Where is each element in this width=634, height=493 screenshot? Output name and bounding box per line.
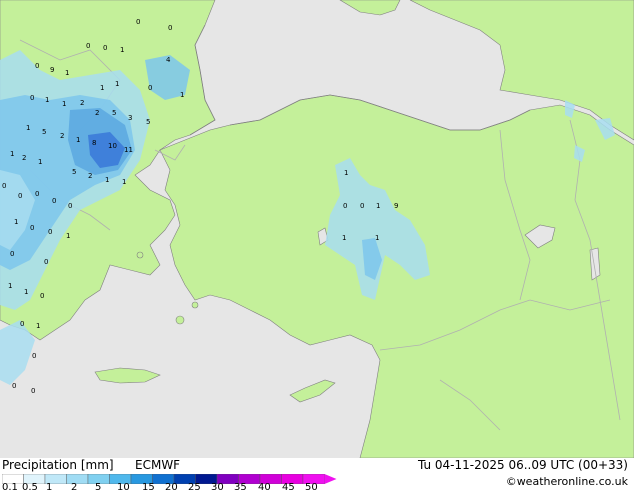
value-label: 10: [108, 142, 117, 150]
value-label: 1: [342, 234, 346, 242]
value-label: 1: [38, 158, 42, 166]
land-island: [191, 301, 199, 309]
value-label: 1: [24, 288, 28, 296]
value-label: 4: [166, 56, 171, 64]
color-scale-tick: 1: [46, 482, 53, 493]
value-label: 8: [92, 139, 96, 147]
color-scale-tick: 30: [211, 482, 224, 493]
value-label: 0: [136, 18, 140, 26]
value-label: 0: [30, 94, 34, 102]
legend-bar: Precipitation [mm] ECMWF Tu 04-11-2025 0…: [0, 458, 634, 493]
precipitation-map: 0 0 0 0 1 0 9 1 0 1 1 2 4 0 1 1 1 2 5 3 5 1 5 2 1 8 10 11 1 2 1 5 2 1 1 0 0 0…: [0, 0, 634, 458]
value-label: 0: [12, 382, 16, 390]
color-scale-tick: 40: [258, 482, 271, 493]
value-label: 1: [8, 282, 12, 290]
value-label: 0: [31, 387, 35, 395]
value-label: 3: [128, 114, 132, 122]
land-island: [175, 315, 185, 325]
color-scale-tick: 20: [165, 482, 178, 493]
color-scale-tick: 50: [305, 482, 318, 493]
value-label: 1: [122, 178, 126, 186]
value-label: 2: [22, 154, 26, 162]
color-scale-arrow: [324, 474, 337, 484]
value-label: 5: [72, 168, 76, 176]
value-label: 1: [14, 218, 18, 226]
value-label: 1: [105, 176, 109, 184]
value-label: 2: [80, 99, 84, 107]
value-label: 1: [376, 202, 380, 210]
value-label: 0: [343, 202, 347, 210]
value-label: 5: [112, 109, 116, 117]
value-label: 5: [146, 118, 150, 126]
value-label: 0: [32, 352, 36, 360]
value-label: 2: [88, 172, 92, 180]
value-label: 9: [394, 202, 398, 210]
value-label: 0: [360, 202, 364, 210]
value-label: 1: [115, 80, 119, 88]
value-label: 0: [148, 84, 152, 92]
value-label: 5: [42, 128, 46, 136]
value-label: 1: [180, 91, 184, 99]
value-label: 1: [45, 96, 49, 104]
value-label: 0: [40, 292, 44, 300]
value-label: 1: [62, 100, 66, 108]
value-label: 1: [36, 322, 40, 330]
value-label: 1: [344, 169, 348, 177]
value-label: 0: [168, 24, 172, 32]
value-label: 0: [20, 320, 24, 328]
color-scale-tick: 45: [282, 482, 295, 493]
value-label: 0: [35, 190, 39, 198]
value-label: 1: [65, 69, 69, 77]
value-label: 0: [44, 258, 48, 266]
value-label: 1: [76, 136, 80, 144]
value-label: 1: [375, 234, 379, 242]
value-label: 9: [50, 66, 54, 74]
value-label: 0: [30, 224, 34, 232]
map-canvas: 000 0 10 9 10 1 1 24011 12 53 51 5 2 1 8 10 111 2 15 2 1 100 0…: [0, 0, 634, 458]
value-label: 0: [10, 250, 14, 258]
value-label: 1: [120, 46, 124, 54]
value-label: 11: [124, 146, 133, 154]
value-label: 1: [100, 84, 104, 92]
color-scale-tick: 0.1: [2, 482, 18, 493]
legend-datetime: Tu 04-11-2025 06..09 UTC (00+33): [417, 458, 628, 472]
value-label: 0: [35, 62, 39, 70]
value-label: 1: [10, 150, 14, 158]
value-label: 0: [2, 182, 6, 190]
color-scale-tick: 10: [117, 482, 130, 493]
value-label: 0: [52, 197, 56, 205]
value-label: 0: [18, 192, 22, 200]
value-label: 0: [68, 202, 72, 210]
value-label: 1: [66, 232, 70, 240]
value-label: 2: [60, 132, 64, 140]
land-island: [136, 251, 144, 259]
value-label: 0: [86, 42, 90, 50]
color-scale-tick: 5: [95, 482, 102, 493]
lake-urmia: [589, 247, 601, 281]
value-label: 0: [103, 44, 107, 52]
credit-text: ©weatheronline.co.uk: [505, 475, 628, 488]
color-scale-tick: 25: [188, 482, 201, 493]
value-label: 2: [95, 109, 99, 117]
color-scale-tick: 35: [234, 482, 247, 493]
value-label: 1: [26, 124, 30, 132]
color-scale-tick: 2: [71, 482, 78, 493]
legend-model: ECMWF: [135, 458, 181, 472]
legend-title: Precipitation [mm]: [2, 458, 114, 472]
value-label: 0: [48, 228, 52, 236]
color-scale-tick: 15: [142, 482, 155, 493]
color-scale-tick: 0.5: [22, 482, 38, 493]
